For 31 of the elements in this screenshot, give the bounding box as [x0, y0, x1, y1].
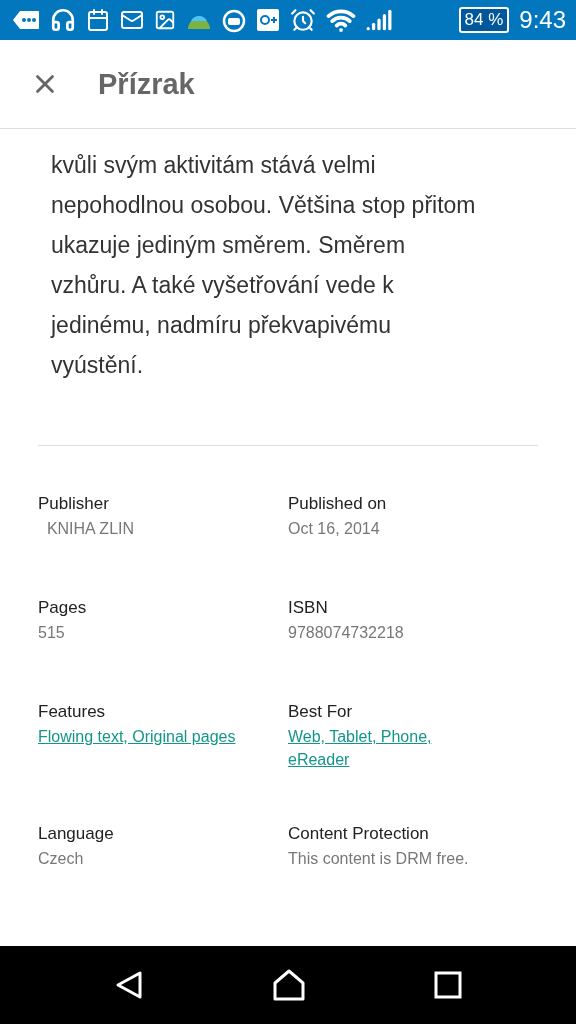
detail-label: Language	[38, 823, 115, 845]
detail-label: Publisher	[38, 493, 110, 515]
headphones-icon	[50, 7, 76, 33]
home-button[interactable]	[272, 969, 306, 1001]
more-notifications-icon	[12, 10, 40, 30]
detail-link[interactable]: Web, Tablet, Phone, eReader	[288, 725, 478, 771]
recent-apps-button[interactable]	[434, 971, 462, 999]
detail-label: Content Protection	[288, 823, 430, 845]
google-plus-icon	[256, 8, 280, 32]
battery-indicator: 84 %	[458, 7, 510, 33]
calendar-icon	[86, 8, 110, 32]
detail-value: 515	[38, 623, 66, 643]
detail-value: Oct 16, 2014	[288, 519, 381, 539]
detail-label: Features	[38, 701, 107, 723]
mail-icon	[120, 8, 144, 32]
signal-icon	[366, 7, 392, 33]
detail-value: This content is DRM free.	[288, 849, 470, 869]
detail-label: Pages	[38, 597, 88, 619]
back-button[interactable]	[114, 970, 144, 1000]
book-title: Přízrak	[98, 67, 195, 101]
detail-value: Czech	[38, 849, 85, 869]
detail-label: ISBN	[288, 597, 329, 619]
detail-label: Published on	[288, 493, 388, 515]
image-icon	[154, 9, 176, 31]
detail-link[interactable]: Flowing text, Original pages	[38, 725, 236, 748]
detail-label: Best For	[288, 701, 354, 723]
detail-value: KNIHA ZLIN	[45, 519, 136, 539]
detail-value: 9788074732218	[288, 623, 405, 643]
alarm-icon	[290, 7, 316, 33]
description-text: kvůli svým aktivitám stává velmi nepohodlnou osobou. Většina stop přitom ukazuje jediným směrem. Směrem vzhůru. A také vyšetřování vede k jedinému, nadmíru překvapivému vyústění.	[51, 151, 477, 380]
clock-time: 9:43	[519, 6, 566, 34]
